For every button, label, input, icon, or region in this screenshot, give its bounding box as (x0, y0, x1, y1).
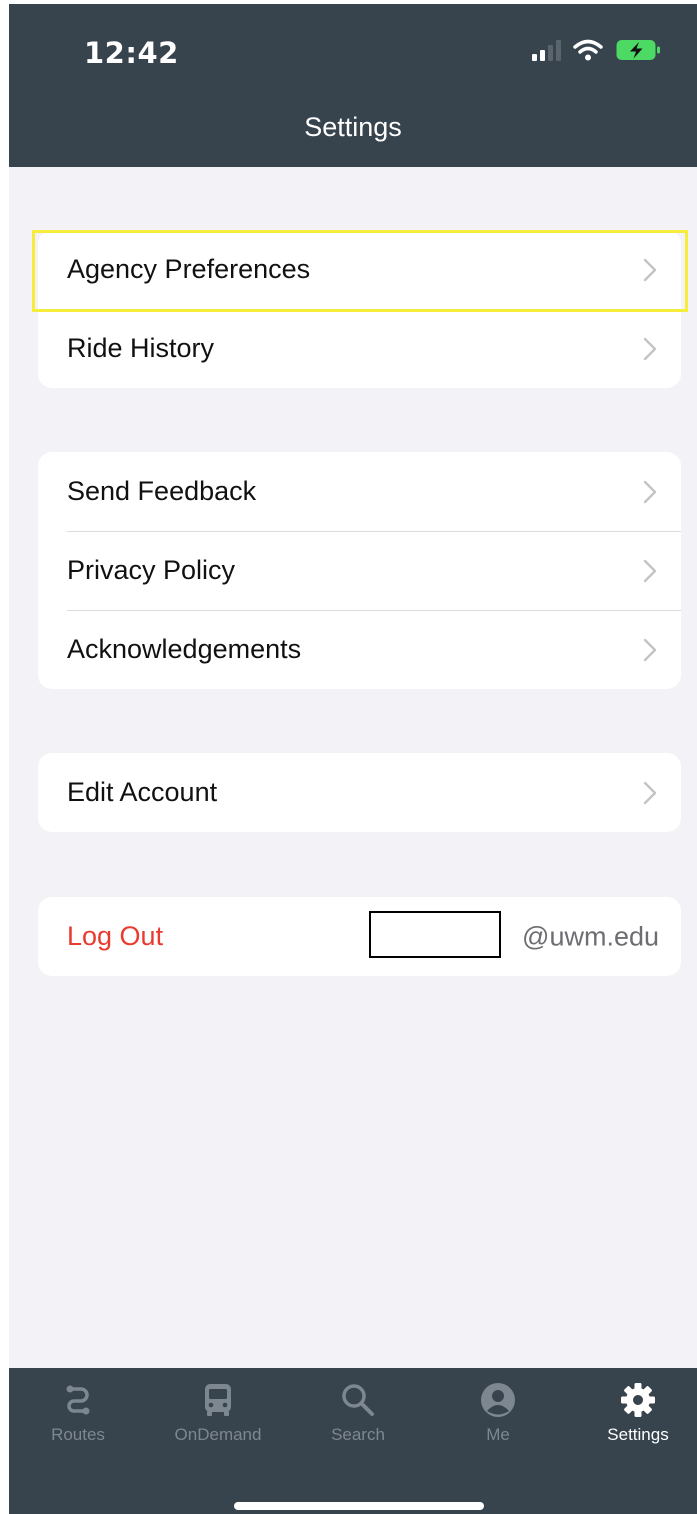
search-icon (342, 1384, 374, 1416)
account-email-suffix: @uwm.edu (522, 921, 659, 951)
settings-group-edit: Edit Account (38, 753, 681, 832)
user-circle-icon (481, 1383, 515, 1417)
acknowledgements-label: Acknowledgements (67, 634, 302, 664)
battery-charging-icon (616, 40, 660, 60)
page-title: Settings (304, 112, 402, 142)
chevron-right-icon (643, 480, 657, 503)
send-feedback-row[interactable]: Send Feedback (38, 452, 681, 531)
chevron-right-icon (643, 337, 657, 360)
log-out-row[interactable]: Log Out @uwm.edu (38, 897, 681, 976)
tab-me-label: Me (486, 1425, 510, 1444)
settings-group-session: Log Out @uwm.edu (38, 897, 681, 976)
tab-me[interactable]: Me (438, 1382, 558, 1445)
app-screen: 12:42 Settings Agency Preferences Ride H… (9, 4, 697, 1514)
tab-search-label: Search (331, 1425, 385, 1444)
status-icons (532, 38, 661, 62)
tab-ondemand[interactable]: OnDemand (158, 1382, 278, 1445)
settings-group-preferences: Agency Preferences Ride History (38, 230, 681, 388)
cellular-signal-icon (532, 39, 561, 61)
log-out-label: Log Out (67, 921, 164, 951)
status-time: 12:42 (84, 36, 179, 70)
privacy-policy-label: Privacy Policy (67, 555, 236, 585)
tab-bar: Routes OnDemand Search Me Settings (9, 1368, 697, 1514)
tab-settings-label: Settings (607, 1425, 669, 1444)
settings-group-info: Send Feedback Privacy Policy Acknowledge… (38, 452, 681, 689)
home-indicator (234, 1502, 484, 1510)
edit-account-row[interactable]: Edit Account (38, 753, 681, 832)
chevron-right-icon (643, 559, 657, 582)
navigation-header: 12:42 Settings (9, 4, 697, 167)
edit-account-label: Edit Account (67, 777, 218, 807)
agency-preferences-label: Agency Preferences (67, 254, 311, 284)
privacy-policy-row[interactable]: Privacy Policy (38, 531, 681, 610)
chevron-right-icon (643, 258, 657, 281)
tab-search[interactable]: Search (298, 1382, 418, 1445)
ride-history-row[interactable]: Ride History (38, 309, 681, 388)
agency-preferences-row[interactable]: Agency Preferences (38, 230, 681, 309)
tab-settings[interactable]: Settings (578, 1382, 697, 1445)
ride-history-label: Ride History (67, 333, 215, 363)
redacted-email-box (369, 911, 501, 958)
wifi-icon (573, 39, 603, 61)
chevron-right-icon (643, 638, 657, 661)
tab-routes[interactable]: Routes (18, 1382, 138, 1445)
acknowledgements-row[interactable]: Acknowledgements (38, 610, 681, 689)
tab-routes-label: Routes (51, 1425, 105, 1444)
gear-icon (621, 1383, 655, 1417)
bus-icon (205, 1384, 231, 1416)
chevron-right-icon (643, 781, 657, 804)
tab-ondemand-label: OnDemand (174, 1425, 262, 1444)
route-icon (66, 1385, 90, 1415)
send-feedback-label: Send Feedback (67, 476, 257, 506)
